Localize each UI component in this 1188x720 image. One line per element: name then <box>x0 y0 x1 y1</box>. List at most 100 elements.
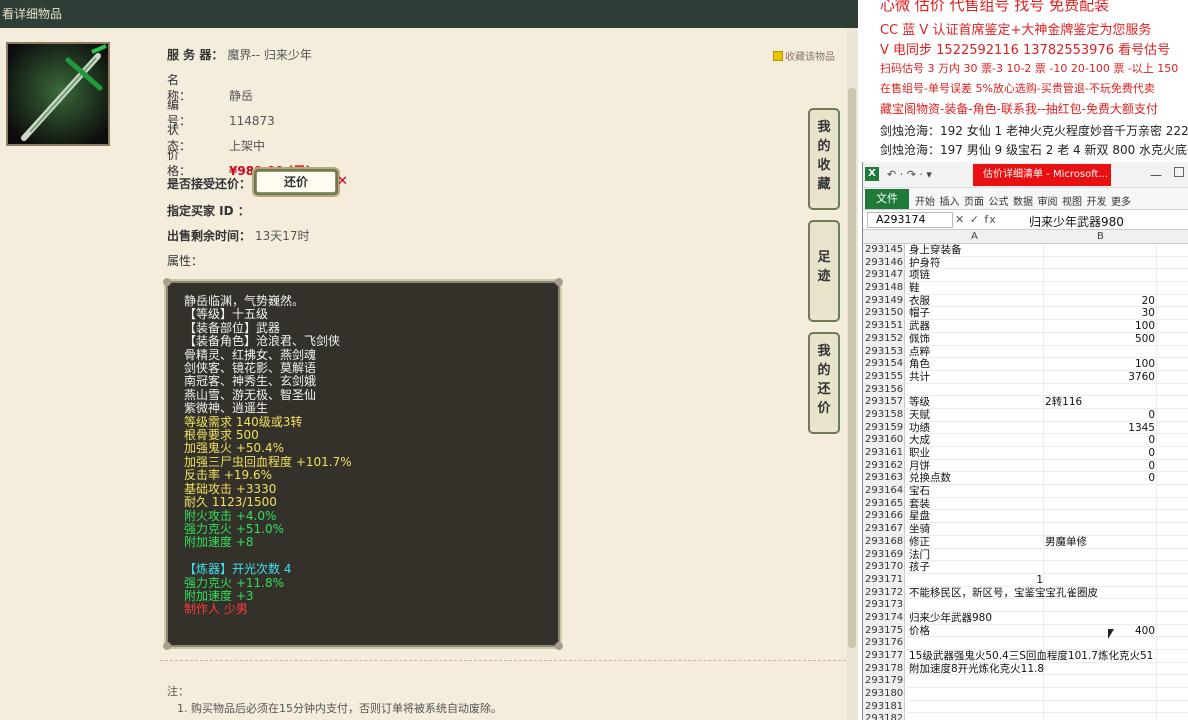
table-row[interactable]: 293179 <box>863 675 1188 689</box>
row-number[interactable]: 293171 <box>863 573 905 586</box>
ribbon-tab[interactable]: 数据 <box>1013 193 1033 208</box>
cell-a[interactable]: 孩子 <box>909 561 930 574</box>
my-favorites-button[interactable]: 我的收藏 <box>808 108 840 210</box>
cell-a[interactable]: 坐骑 <box>909 523 930 536</box>
table-row[interactable]: 293162 月饼 0 <box>863 459 1188 473</box>
cell-a[interactable]: 角色 <box>909 358 930 371</box>
row-number[interactable]: 293169 <box>863 548 905 561</box>
cell-a[interactable]: 套装 <box>909 498 930 511</box>
ribbon-tab[interactable]: 更多 <box>1111 193 1131 208</box>
cell-a[interactable]: 附加速度8开光炼化克火11.8 <box>909 663 1044 676</box>
table-row[interactable]: 293172 不能移民区，新区号，宝鉴宝宝孔雀圈皮 <box>863 586 1188 600</box>
cell-a[interactable]: 共计 <box>909 371 930 384</box>
ribbon-tab[interactable]: 开始 <box>915 193 935 208</box>
row-number[interactable]: 293179 <box>863 675 905 688</box>
maximize-icon[interactable] <box>1174 167 1184 177</box>
row-number[interactable]: 293150 <box>863 307 905 320</box>
page-scrollbar[interactable] <box>846 28 858 720</box>
row-number[interactable]: 293154 <box>863 358 905 370</box>
table-row[interactable]: 293173 <box>863 599 1188 612</box>
row-number[interactable]: 293159 <box>863 421 905 434</box>
cell-b[interactable]: 400 <box>1045 625 1155 638</box>
row-number[interactable]: 293173 <box>863 599 905 611</box>
ribbon-tab[interactable]: 审阅 <box>1038 193 1058 208</box>
row-number[interactable]: 293168 <box>863 535 905 548</box>
cell-a[interactable]: 鞋 <box>909 282 920 295</box>
row-number[interactable]: 293156 <box>863 383 905 396</box>
table-row[interactable]: 293175 价格 400 <box>863 624 1188 638</box>
table-row[interactable]: 293157 等级 2转116 <box>863 396 1188 409</box>
table-row[interactable]: 293151 武器 100 <box>863 320 1188 333</box>
table-row[interactable]: 293168 修正 男魔单修 <box>863 535 1188 549</box>
row-number[interactable]: 293178 <box>863 662 905 675</box>
table-row[interactable]: 293156 <box>863 383 1188 397</box>
ribbon-tab[interactable]: 页面 <box>964 193 984 208</box>
cell-a[interactable]: 价格 <box>909 625 930 638</box>
row-number[interactable]: 293172 <box>863 586 905 599</box>
column-header-a[interactable]: A <box>971 231 978 242</box>
row-number[interactable]: 293167 <box>863 523 905 535</box>
cell-a[interactable]: 衣服 <box>909 295 930 308</box>
row-number[interactable]: 293163 <box>863 472 905 485</box>
cell-a[interactable]: 天赋 <box>909 409 930 422</box>
column-header-b[interactable]: B <box>1097 231 1104 242</box>
row-number[interactable]: 293177 <box>863 650 905 662</box>
table-row[interactable]: 293160 大成 0 <box>863 434 1188 447</box>
table-row[interactable]: 293166 星盘 <box>863 510 1188 524</box>
table-row[interactable]: 293158 天赋 0 <box>863 408 1188 422</box>
cell-a[interactable]: 兑换点数 <box>909 472 951 485</box>
row-number[interactable]: 293160 <box>863 434 905 446</box>
table-row[interactable]: 293170 孩子 <box>863 561 1188 574</box>
table-row[interactable]: 293176 <box>863 637 1188 650</box>
cell-a[interactable]: 项链 <box>909 269 930 282</box>
row-number[interactable]: 293180 <box>863 688 905 700</box>
row-number[interactable]: 293182 <box>863 713 905 720</box>
formula-input[interactable]: 归来少年武器980 <box>1029 213 1124 230</box>
ribbon-tab[interactable]: 公式 <box>989 193 1009 208</box>
row-number[interactable]: 293176 <box>863 637 905 649</box>
row-number[interactable]: 293175 <box>863 624 905 637</box>
minimize-icon[interactable]: — <box>1150 168 1162 182</box>
table-row[interactable]: 293155 共计 3760 <box>863 370 1188 384</box>
cell-a[interactable]: 职业 <box>909 447 930 460</box>
ribbon-tab[interactable]: 开发 <box>1087 193 1107 208</box>
row-number[interactable]: 293149 <box>863 294 905 307</box>
table-row[interactable]: 293177 15级武器强鬼火50.4三S回血程度101.7炼化克火51 <box>863 650 1188 663</box>
footprint-button[interactable]: 足迹 <box>808 220 840 322</box>
table-row[interactable]: 293146 护身符 <box>863 256 1188 270</box>
cell-a[interactable]: 月饼 <box>909 460 930 473</box>
cell-b[interactable]: 0 <box>1045 472 1155 485</box>
cell-a[interactable]: 宝石 <box>909 485 930 498</box>
window-title-tab[interactable]: 估价详细清单 - Microsoft... <box>973 164 1111 186</box>
row-number[interactable]: 293147 <box>863 269 905 282</box>
cell-b[interactable]: 男魔单修 <box>1045 536 1155 549</box>
table-row[interactable]: 293164 宝石 <box>863 485 1188 498</box>
table-row[interactable]: 293180 <box>863 688 1188 701</box>
row-number[interactable]: 293155 <box>863 370 905 383</box>
row-number[interactable]: 293152 <box>863 332 905 345</box>
cell-a[interactable]: 佩饰 <box>909 333 930 346</box>
cell-b[interactable]: 100 <box>1045 320 1155 333</box>
table-row[interactable]: 293148 鞋 <box>863 282 1188 295</box>
cell-b[interactable]: 100 <box>1045 358 1155 371</box>
row-number[interactable]: 293151 <box>863 320 905 332</box>
table-row[interactable]: 293167 坐骑 <box>863 523 1188 536</box>
row-number[interactable]: 293174 <box>863 611 905 624</box>
cell-b[interactable]: 20 <box>1045 295 1155 308</box>
cell-b[interactable]: 3760 <box>1045 371 1155 384</box>
table-row[interactable]: 293152 佩饰 500 <box>863 332 1188 346</box>
cell-b[interactable]: 1345 <box>1045 422 1155 435</box>
table-row[interactable]: 293149 衣服 20 <box>863 294 1188 308</box>
cell-a[interactable]: 归来少年武器980 <box>909 612 992 625</box>
table-row[interactable]: 293153 点粹 <box>863 345 1188 359</box>
table-row[interactable]: 293182 <box>863 713 1188 720</box>
row-number[interactable]: 293161 <box>863 447 905 459</box>
row-number[interactable]: 293148 <box>863 282 905 294</box>
cell-a[interactable]: 星盘 <box>909 510 930 523</box>
counter-offer-button[interactable]: 还价 <box>256 171 336 193</box>
favorite-link[interactable]: 收藏该物品 <box>773 48 835 63</box>
name-box[interactable]: A293174 <box>867 212 953 228</box>
table-row[interactable]: 293145 身上穿装备 <box>863 244 1188 257</box>
table-row[interactable]: 293159 功绩 1345 <box>863 421 1188 435</box>
row-number[interactable]: 293158 <box>863 408 905 421</box>
